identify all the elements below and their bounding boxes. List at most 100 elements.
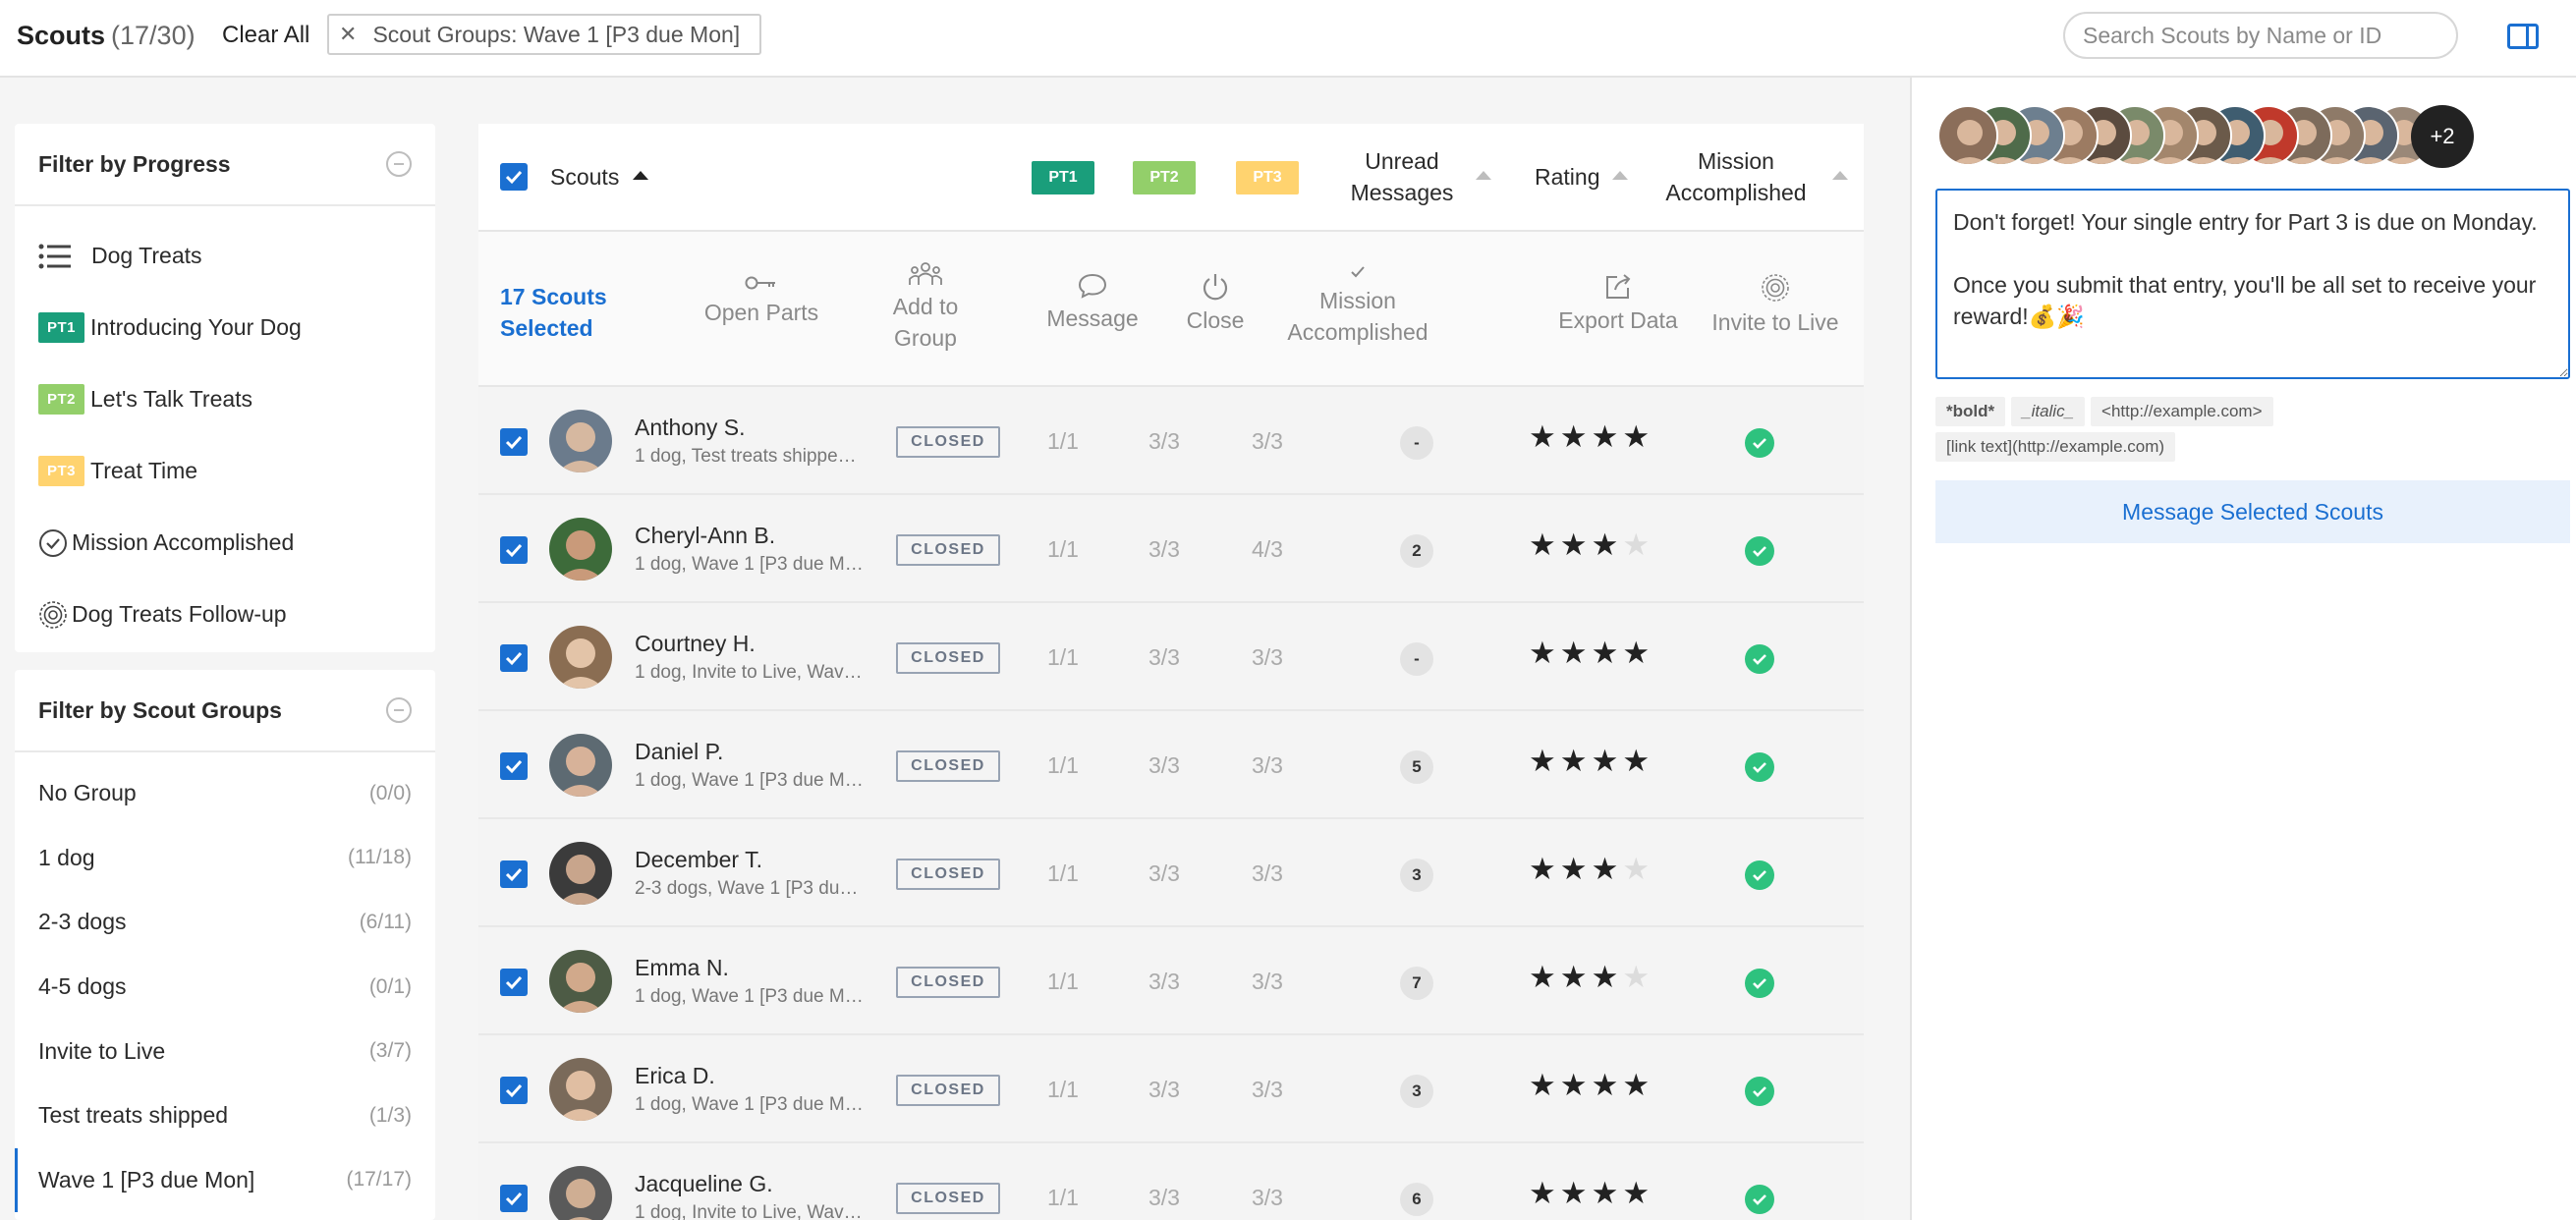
- export-data-button[interactable]: Export Data: [1540, 273, 1697, 336]
- table-row[interactable]: Emma N. 1 dog, Wave 1 [P3 due Mon] CLOSED 1…: [478, 927, 1864, 1035]
- scout-name[interactable]: Courtney H.: [635, 631, 756, 657]
- star-filled-icon[interactable]: ★: [1529, 1068, 1560, 1102]
- unread-count-badge[interactable]: 3: [1400, 859, 1433, 892]
- rating-stars[interactable]: ★★★★: [1529, 1068, 1653, 1103]
- pt2-column-header[interactable]: PT2: [1133, 161, 1196, 194]
- rating-column-header[interactable]: Rating: [1535, 161, 1599, 193]
- row-checkbox[interactable]: [500, 1185, 528, 1212]
- star-filled-icon[interactable]: ★: [1592, 852, 1623, 886]
- collapse-icon[interactable]: [386, 151, 412, 177]
- star-filled-icon[interactable]: ★: [1529, 744, 1560, 778]
- mission-accomplished-column-header[interactable]: Mission Accomplished: [1662, 145, 1810, 208]
- star-empty-icon[interactable]: ★: [1622, 852, 1653, 886]
- star-filled-icon[interactable]: ★: [1622, 744, 1653, 778]
- scout-group-item[interactable]: No Group (0/0): [15, 761, 435, 826]
- star-filled-icon[interactable]: ★: [1529, 960, 1560, 994]
- sort-icon[interactable]: [1612, 171, 1628, 180]
- scout-group-item[interactable]: 1 dog (11/18): [15, 826, 435, 891]
- message-selected-scouts-button[interactable]: Message Selected Scouts: [1935, 480, 2570, 543]
- scout-name[interactable]: Cheryl-Ann B.: [635, 523, 775, 549]
- toggle-panel-icon[interactable]: [2507, 24, 2539, 49]
- scout-group-item[interactable]: 2-3 dogs (6/11): [15, 890, 435, 955]
- unread-messages-column-header[interactable]: Unread Messages: [1343, 145, 1461, 208]
- pt1-column-header[interactable]: PT1: [1032, 161, 1094, 194]
- scout-group-item[interactable]: Test treats shipped (1/3): [15, 1083, 435, 1148]
- progress-item-mission-accomplished[interactable]: Mission Accomplished: [15, 507, 435, 579]
- rating-stars[interactable]: ★★★★: [1529, 744, 1653, 779]
- close-button[interactable]: Close: [1166, 273, 1264, 336]
- unread-count-badge[interactable]: 6: [1400, 1183, 1433, 1216]
- star-filled-icon[interactable]: ★: [1560, 744, 1592, 778]
- star-filled-icon[interactable]: ★: [1622, 1176, 1653, 1210]
- invite-to-live-button[interactable]: Invite to Live: [1697, 273, 1854, 338]
- star-filled-icon[interactable]: ★: [1592, 960, 1623, 994]
- table-row[interactable]: Erica D. 1 dog, Wave 1 [P3 due Mon] CLOSED…: [478, 1035, 1864, 1143]
- progress-item-pt2[interactable]: PT2 Let's Talk Treats: [15, 363, 435, 435]
- row-checkbox[interactable]: [500, 860, 528, 888]
- sort-asc-icon[interactable]: [633, 171, 648, 180]
- star-filled-icon[interactable]: ★: [1560, 636, 1592, 670]
- clear-all-button[interactable]: Clear All: [222, 22, 309, 49]
- table-row[interactable]: Anthony S. 1 dog, Test treats shipped, Wa…: [478, 387, 1864, 495]
- scout-group-item[interactable]: 4-5 dogs (0/1): [15, 955, 435, 1020]
- scouts-column-header[interactable]: Scouts: [550, 161, 619, 193]
- star-filled-icon[interactable]: ★: [1529, 636, 1560, 670]
- table-row[interactable]: December T. 2-3 dogs, Wave 1 [P3 due Mon]…: [478, 819, 1864, 927]
- more-scouts-avatar[interactable]: +2: [2411, 105, 2474, 168]
- table-row[interactable]: Cheryl-Ann B. 1 dog, Wave 1 [P3 due Mon] C…: [478, 495, 1864, 603]
- rating-stars[interactable]: ★★★★: [1529, 852, 1653, 887]
- rating-stars[interactable]: ★★★★: [1529, 636, 1653, 671]
- star-filled-icon[interactable]: ★: [1529, 1176, 1560, 1210]
- scout-name[interactable]: Jacqueline G.: [635, 1171, 773, 1197]
- unread-count-badge[interactable]: -: [1400, 642, 1433, 676]
- scout-name[interactable]: Anthony S.: [635, 415, 746, 441]
- star-filled-icon[interactable]: ★: [1560, 852, 1592, 886]
- scout-name[interactable]: Erica D.: [635, 1063, 715, 1089]
- row-checkbox[interactable]: [500, 969, 528, 996]
- message-textarea[interactable]: Don't forget! Your single entry for Part…: [1935, 189, 2570, 379]
- sort-icon[interactable]: [1832, 171, 1848, 180]
- open-parts-button[interactable]: Open Parts: [688, 273, 835, 328]
- star-filled-icon[interactable]: ★: [1560, 1068, 1592, 1102]
- scout-name[interactable]: December T.: [635, 847, 762, 873]
- table-row[interactable]: Jacqueline G. 1 dog, Invite to Live, Wave…: [478, 1143, 1864, 1220]
- scout-name[interactable]: Daniel P.: [635, 739, 723, 765]
- star-filled-icon[interactable]: ★: [1592, 1176, 1623, 1210]
- star-filled-icon[interactable]: ★: [1560, 960, 1592, 994]
- progress-item-pt1[interactable]: PT1 Introducing Your Dog: [15, 292, 435, 363]
- sort-icon[interactable]: [1476, 171, 1491, 180]
- mission-accomplished-button[interactable]: Mission Accomplished: [1284, 263, 1431, 348]
- rating-stars[interactable]: ★★★★: [1529, 1176, 1653, 1211]
- star-empty-icon[interactable]: ★: [1622, 527, 1653, 562]
- star-filled-icon[interactable]: ★: [1592, 744, 1623, 778]
- star-filled-icon[interactable]: ★: [1560, 419, 1592, 454]
- row-checkbox[interactable]: [500, 644, 528, 672]
- remove-filter-icon[interactable]: ✕: [339, 22, 357, 47]
- scout-group-item[interactable]: Invite to Live (3/7): [15, 1019, 435, 1083]
- scout-name[interactable]: Emma N.: [635, 955, 729, 981]
- star-filled-icon[interactable]: ★: [1592, 1068, 1623, 1102]
- star-filled-icon[interactable]: ★: [1592, 419, 1623, 454]
- table-row[interactable]: Courtney H. 1 dog, Invite to Live, Wave 1…: [478, 603, 1864, 711]
- row-checkbox[interactable]: [500, 752, 528, 780]
- scout-group-item[interactable]: Wave 1 [P3 due Mon] (17/17): [15, 1147, 435, 1213]
- unread-count-badge[interactable]: 7: [1400, 967, 1433, 1000]
- unread-count-badge[interactable]: 3: [1400, 1075, 1433, 1108]
- row-checkbox[interactable]: [500, 428, 528, 456]
- star-filled-icon[interactable]: ★: [1622, 419, 1653, 454]
- row-checkbox[interactable]: [500, 536, 528, 564]
- star-filled-icon[interactable]: ★: [1622, 636, 1653, 670]
- star-filled-icon[interactable]: ★: [1560, 1176, 1592, 1210]
- pt3-column-header[interactable]: PT3: [1236, 161, 1299, 194]
- progress-item-pt3[interactable]: PT3 Treat Time: [15, 435, 435, 507]
- rating-stars[interactable]: ★★★★: [1529, 960, 1653, 995]
- star-filled-icon[interactable]: ★: [1560, 527, 1592, 562]
- star-filled-icon[interactable]: ★: [1529, 419, 1560, 454]
- unread-count-badge[interactable]: 5: [1400, 750, 1433, 784]
- search-input[interactable]: [2063, 12, 2458, 59]
- rating-stars[interactable]: ★★★★: [1529, 527, 1653, 563]
- row-checkbox[interactable]: [500, 1077, 528, 1104]
- message-button[interactable]: Message: [1034, 273, 1151, 334]
- star-filled-icon[interactable]: ★: [1529, 852, 1560, 886]
- star-filled-icon[interactable]: ★: [1529, 527, 1560, 562]
